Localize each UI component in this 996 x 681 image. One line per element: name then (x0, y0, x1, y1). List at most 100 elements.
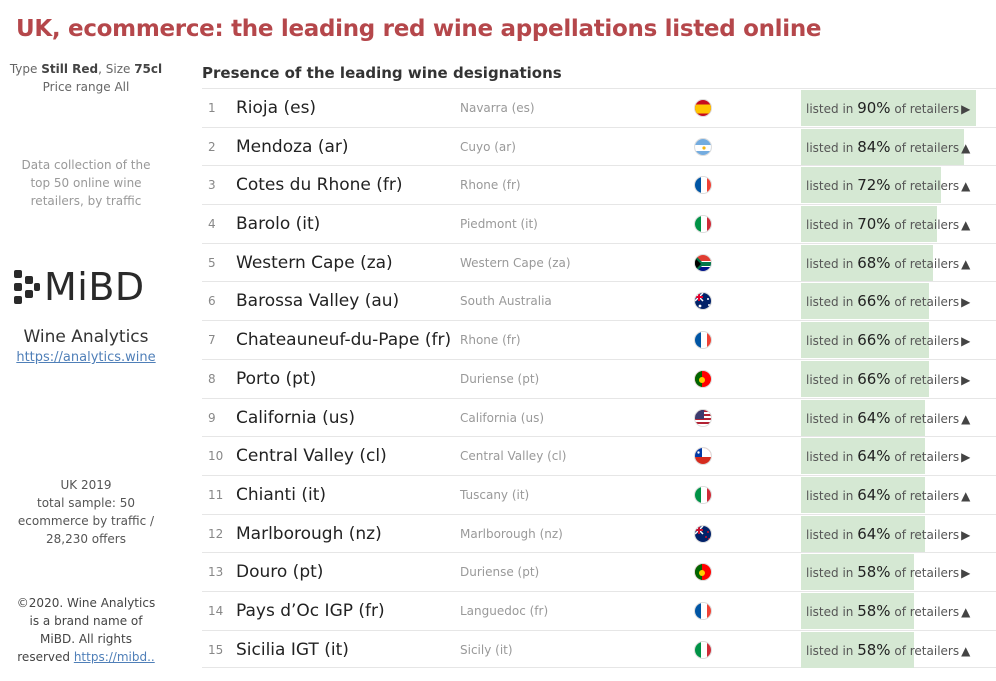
appellation-name: Mendoza (ar) (236, 136, 349, 157)
of-retailers-text: of retailers (890, 411, 960, 426)
trend-up-icon: ▲ (961, 604, 971, 619)
appellation-name: Central Valley (cl) (236, 446, 387, 467)
appellation-name: Rioja (es) (236, 98, 317, 118)
row-rank: 2 (208, 139, 216, 154)
copyright-line: ©2020. Wine Analytics (16, 596, 156, 610)
presence-label: listed in 58% of retailers ▶ (806, 553, 970, 592)
copyright-line: MiBD. All rights (40, 632, 132, 646)
presence-label: listed in 64% of retailers ▶ (806, 437, 970, 476)
flag-nz-icon (694, 524, 712, 543)
of-retailers-text: of retailers (890, 450, 960, 465)
region-name: Rhone (fr) (460, 333, 521, 348)
presence-percent: 90% (857, 99, 891, 117)
of-retailers-text: of retailers (890, 334, 960, 349)
table-row[interactable]: 9 California (us) California (us) listed in… (202, 397, 996, 437)
logo-text: MiBD (44, 265, 145, 309)
listed-in-text: listed in (806, 527, 858, 542)
presence-percent: 58% (857, 601, 891, 620)
presence-percent: 66% (857, 369, 891, 388)
listed-in-text: listed in (806, 218, 858, 233)
flag-za-icon (694, 253, 712, 272)
region-name: South Australia (460, 294, 552, 309)
presence-label: listed in 66% of retailers ▶ (806, 282, 970, 321)
presence-label: listed in 58% of retailers ▲ (806, 631, 970, 670)
trend-up-icon: ▲ (961, 140, 971, 155)
of-retailers-text: of retailers (890, 102, 960, 116)
table-row[interactable]: 8 Porto (pt) Duriense (pt) listed in 66% of… (202, 358, 996, 398)
region-name: Marlborough (nz) (460, 526, 563, 541)
flag-es-icon (694, 99, 712, 117)
table-row[interactable]: 2 Mendoza (ar) Cuyo (ar) listed in 84% of r… (202, 126, 996, 166)
presence-label: listed in 72% of retailers ▲ (806, 166, 970, 205)
presence-percent: 68% (857, 253, 891, 272)
of-retailers-text: of retailers (890, 295, 960, 310)
mibd-link[interactable]: https://mibd.. (74, 650, 155, 664)
trend-flat-icon: ▶ (961, 102, 971, 116)
of-retailers-text: of retailers (890, 218, 960, 233)
trend-flat-icon: ▶ (961, 527, 971, 542)
filter-type-prefix: Type (9, 62, 38, 76)
of-retailers-text: of retailers (890, 179, 960, 194)
trend-flat-icon: ▶ (961, 295, 971, 310)
page-title: UK, ecommerce: the leading red wine appe… (16, 16, 822, 42)
region-name: Tuscany (it) (460, 487, 530, 502)
filter-type-value: Still Red (41, 62, 99, 76)
mibd-logo-icon (14, 270, 40, 304)
table-row[interactable]: 10 Central Valley (cl) Central Valley (cl)… (202, 436, 996, 475)
listed-in-text: listed in (806, 372, 858, 387)
flag-fr-icon (694, 176, 712, 195)
appellation-name: Pays d’Oc IGP (fr) (236, 600, 385, 621)
filter-size-prefix: , Size (98, 62, 131, 76)
region-name: Languedoc (fr) (460, 603, 549, 618)
table-row[interactable]: 6 Barossa Valley (au) South Australia liste… (202, 281, 996, 320)
row-rank: 3 (208, 178, 216, 193)
row-rank: 7 (208, 333, 216, 348)
table-row[interactable]: 1 Rioja (es) Navarra (es) listed in 90% of … (202, 88, 996, 127)
flag-fr-icon (694, 601, 712, 620)
table-row[interactable]: 11 Chianti (it) Tuscany (it) listed in 64% … (202, 474, 996, 514)
copyright-note: ©2020. Wine Analytics is a brand name of… (0, 594, 172, 666)
row-rank: 4 (208, 217, 216, 232)
of-retailers-text: of retailers (890, 372, 960, 387)
presence-percent: 66% (857, 331, 891, 350)
trend-up-icon: ▲ (961, 218, 971, 233)
table-row[interactable]: 14 Pays d’Oc IGP (fr) Languedoc (fr) listed… (202, 590, 996, 630)
table-row[interactable]: 15 Sicilia IGT (it) Sicily (it) listed in 5… (202, 629, 996, 670)
flag-au-icon (694, 292, 712, 311)
table-row[interactable]: 4 Barolo (it) Piedmont (it) listed in 70% o… (202, 204, 996, 243)
presence-percent: 72% (857, 176, 891, 195)
appellation-name: Cotes du Rhone (fr) (236, 175, 403, 196)
trend-up-icon: ▲ (961, 179, 971, 194)
region-name: Duriense (pt) (460, 371, 540, 386)
presence-label: listed in 66% of retailers ▶ (806, 321, 970, 360)
listed-in-text: listed in (806, 450, 858, 465)
row-rank: 8 (208, 371, 216, 386)
flag-ar-icon (694, 137, 712, 156)
presence-percent: 64% (857, 447, 891, 466)
collection-line: retailers, by traffic (30, 194, 142, 208)
table-row[interactable]: 7 Chateauneuf-du-Pape (fr) Rhone (fr) liste… (202, 320, 996, 359)
listed-in-text: listed in (806, 566, 858, 581)
table-row[interactable]: 5 Western Cape (za) Western Cape (za) liste… (202, 242, 996, 282)
of-retailers-text: of retailers (890, 566, 960, 581)
table-row[interactable]: 12 Marlborough (nz) Marlborough (nz) listed… (202, 513, 996, 553)
table-row[interactable]: 13 Douro (pt) Duriense (pt) listed in 58% o… (202, 552, 996, 591)
table-subtitle: Presence of the leading wine designation… (202, 64, 562, 82)
sample-line: total sample: 50 (36, 496, 135, 510)
row-rank: 15 (208, 642, 224, 657)
analytics-link[interactable]: https://analytics.wine (16, 350, 155, 365)
listed-in-text: listed in (806, 488, 858, 503)
appellations-table: 1 Rioja (es) Navarra (es) listed in 90% of … (202, 88, 996, 670)
row-rank: 10 (208, 449, 224, 464)
of-retailers-text: of retailers (890, 488, 960, 503)
copyright-reserved: reserved (17, 650, 70, 664)
row-rank: 13 (208, 565, 224, 580)
appellation-name: Porto (pt) (236, 368, 317, 389)
collection-line: top 50 online wine (30, 176, 142, 190)
appellation-name: Sicilia IGT (it) (236, 639, 349, 660)
table-row[interactable]: 3 Cotes du Rhone (fr) Rhone (fr) listed in … (202, 165, 996, 204)
appellation-name: Chateauneuf-du-Pape (fr) (236, 330, 452, 351)
listed-in-text: listed in (806, 411, 858, 426)
region-name: Piedmont (it) (460, 217, 538, 232)
presence-percent: 64% (857, 485, 891, 504)
